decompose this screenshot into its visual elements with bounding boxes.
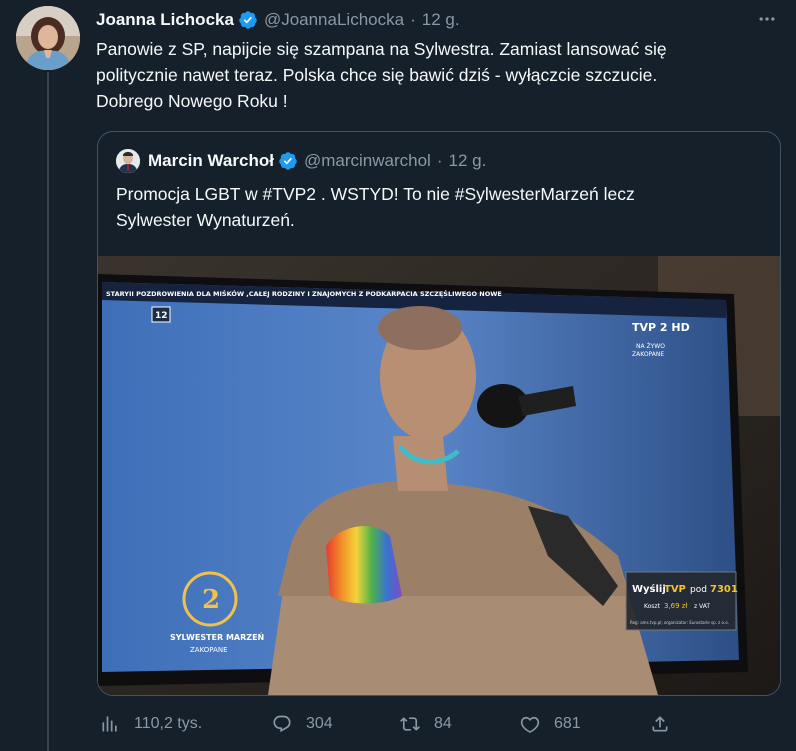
- ticker-text: STARYII POZDROWIENIA DLA MIŚKÓW ,CAŁEJ R…: [106, 289, 502, 298]
- retweet-count: 84: [434, 715, 452, 732]
- views-count: 110,2 tys.: [134, 715, 203, 732]
- sms-vat: z VAT: [694, 603, 710, 610]
- quoted-tweet-text: Promocja LGBT w #TVP2 . WSTYD! To nie #S…: [116, 181, 756, 233]
- quoted-author-handle[interactable]: @marcinwarchol: [304, 151, 431, 171]
- author-name[interactable]: Joanna Lichocka: [96, 10, 234, 30]
- verified-badge-icon: [239, 11, 257, 29]
- event-logo-title: SYLWESTER MARZEŃ: [170, 631, 264, 642]
- sms-brand: TVP: [664, 584, 686, 595]
- svg-text:2: 2: [202, 585, 220, 615]
- share-button[interactable]: [650, 708, 684, 740]
- live-location: ZAKOPANE: [632, 351, 664, 358]
- separator-dot: ·: [436, 151, 443, 170]
- like-icon: [520, 716, 540, 733]
- quoted-tweet-timestamp: 12 g.: [448, 151, 487, 170]
- quoted-author-name[interactable]: Marcin Warchoł: [148, 151, 274, 171]
- quoted-tweet[interactable]: Marcin Warchoł @marcinwarchol · 12 g. Pr…: [97, 131, 781, 696]
- reply-icon: [273, 715, 291, 733]
- tweet-text-line: Dobrego Nowego Roku !: [96, 91, 288, 111]
- thread-line: [47, 72, 49, 751]
- live-label: NA ŻYWO: [636, 343, 665, 350]
- event-logo-location: ZAKOPANE: [190, 646, 228, 654]
- sms-middle: pod: [690, 585, 707, 595]
- retweet-icon: [400, 717, 420, 731]
- separator-dot: ·: [410, 10, 416, 29]
- sms-footer: Reg: ams.tvp.pl; organizator: Eurostarle…: [630, 620, 729, 625]
- tweet-text-line: Panowie z SP, napijcie się szampana na S…: [96, 39, 667, 59]
- author-handle[interactable]: @JoannaLichocka: [264, 10, 404, 30]
- tweet-header: Joanna Lichocka @JoannaLichocka · 12 g.: [96, 8, 736, 32]
- channel-logo: TVP 2 HD: [632, 321, 690, 334]
- quoted-author-avatar: [116, 149, 140, 173]
- like-count: 681: [554, 715, 581, 732]
- tweet-actions: 110,2 tys. 304 84 681: [100, 708, 700, 740]
- share-icon: [652, 716, 668, 732]
- tweet-text: Panowie z SP, napijcie się szampana na S…: [96, 36, 786, 114]
- reply-count: 304: [306, 715, 333, 732]
- reply-button[interactable]: 304: [272, 708, 333, 740]
- quoted-text-line: Sylwester Wynaturzeń.: [116, 210, 295, 230]
- tweet-timestamp[interactable]: 12 g.: [422, 10, 460, 30]
- quoted-text-line: Promocja LGBT w #TVP2 . WSTYD! To nie #S…: [116, 184, 635, 204]
- age-rating-label: 12: [155, 311, 168, 321]
- sms-cost: 3,69 zł: [664, 602, 687, 610]
- more-options-button[interactable]: [756, 8, 778, 30]
- sms-number: 7301: [710, 584, 738, 595]
- tweet-text-line: politycznie nawet teraz. Polska chce się…: [96, 65, 658, 85]
- sms-cost-label: Koszt: [644, 603, 661, 610]
- retweet-button[interactable]: 84: [400, 708, 452, 740]
- quoted-tweet-header: Marcin Warchoł @marcinwarchol · 12 g.: [116, 149, 486, 173]
- ellipsis-icon: [759, 17, 775, 21]
- sms-prefix: Wyślij: [632, 583, 666, 595]
- quoted-tweet-photo[interactable]: STARYII POZDROWIENIA DLA MIŚKÓW ,CAŁEJ R…: [98, 256, 780, 695]
- views-button[interactable]: 110,2 tys.: [100, 708, 202, 740]
- analytics-icon: [102, 716, 117, 732]
- like-button[interactable]: 681: [520, 708, 581, 740]
- verified-badge-icon: [279, 152, 297, 170]
- author-avatar[interactable]: [16, 6, 80, 70]
